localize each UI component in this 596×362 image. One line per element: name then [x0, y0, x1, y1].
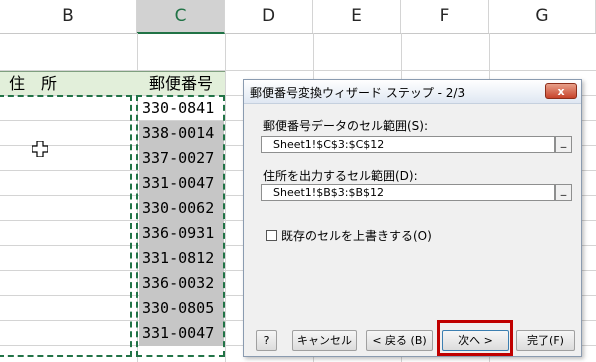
- next-button[interactable]: 次へ >: [442, 330, 509, 351]
- cancel-button[interactable]: キャンセル: [292, 330, 357, 351]
- column-header-e[interactable]: E: [313, 0, 401, 33]
- zip-header-cell[interactable]: 郵便番号: [137, 71, 225, 95]
- zip-cell[interactable]: 338-0014: [139, 121, 224, 146]
- cell-cursor-icon: [31, 140, 49, 161]
- address-range-collapse-button[interactable]: _: [555, 184, 572, 201]
- finish-button[interactable]: 完了(F): [516, 330, 575, 351]
- zip-cell[interactable]: 331-0047: [139, 171, 224, 196]
- dialog-titlebar[interactable]: 郵便番号変換ウィザード ステップ - 2/3 x: [244, 80, 581, 104]
- zip-cell[interactable]: 336-0032: [139, 271, 224, 296]
- column-header-d[interactable]: D: [225, 0, 313, 33]
- back-button[interactable]: < 戻る (B): [366, 330, 433, 351]
- address-header-cell[interactable]: 住 所: [0, 71, 137, 95]
- zip-cell[interactable]: 330-0805: [139, 296, 224, 321]
- dialog-title: 郵便番号変換ウィザード ステップ - 2/3: [250, 86, 466, 100]
- zip-cell[interactable]: 330-0062: [139, 196, 224, 221]
- zip-cell[interactable]: 337-0027: [139, 146, 224, 171]
- address-range-marquee: [0, 95, 132, 357]
- address-header-text: 住 所: [9, 74, 58, 93]
- zip-range-input[interactable]: Sheet1!$C$3:$C$12: [261, 136, 555, 153]
- address-range-label: 住所を出力するセル範囲(D):: [263, 169, 418, 183]
- close-icon: x: [557, 85, 565, 98]
- column-header-g[interactable]: G: [489, 0, 596, 33]
- address-range-input[interactable]: Sheet1!$B$3:$B$12: [261, 184, 555, 201]
- zip-cell[interactable]: 331-0047: [139, 321, 224, 346]
- zip-range-collapse-button[interactable]: _: [555, 136, 572, 153]
- overwrite-checkbox[interactable]: [266, 230, 277, 241]
- close-button[interactable]: x: [545, 83, 577, 99]
- zip-converter-wizard-dialog: 郵便番号変換ウィザード ステップ - 2/3 x 郵便番号データのセル範囲(S)…: [243, 79, 582, 357]
- help-button[interactable]: ?: [256, 330, 277, 351]
- zip-cell[interactable]: 336-0931: [139, 221, 224, 246]
- column-divider: [225, 33, 226, 362]
- column-header-row: B C D E F G: [0, 0, 596, 34]
- zip-cell[interactable]: 330-0841: [139, 96, 224, 121]
- zip-cell[interactable]: 331-0812: [139, 246, 224, 271]
- overwrite-label[interactable]: 既存のセルを上書きする(O): [281, 227, 432, 244]
- column-header-b[interactable]: B: [0, 0, 137, 33]
- column-header-c[interactable]: C: [137, 0, 225, 34]
- column-header-f[interactable]: F: [401, 0, 489, 33]
- zip-range-label: 郵便番号データのセル範囲(S):: [263, 119, 429, 133]
